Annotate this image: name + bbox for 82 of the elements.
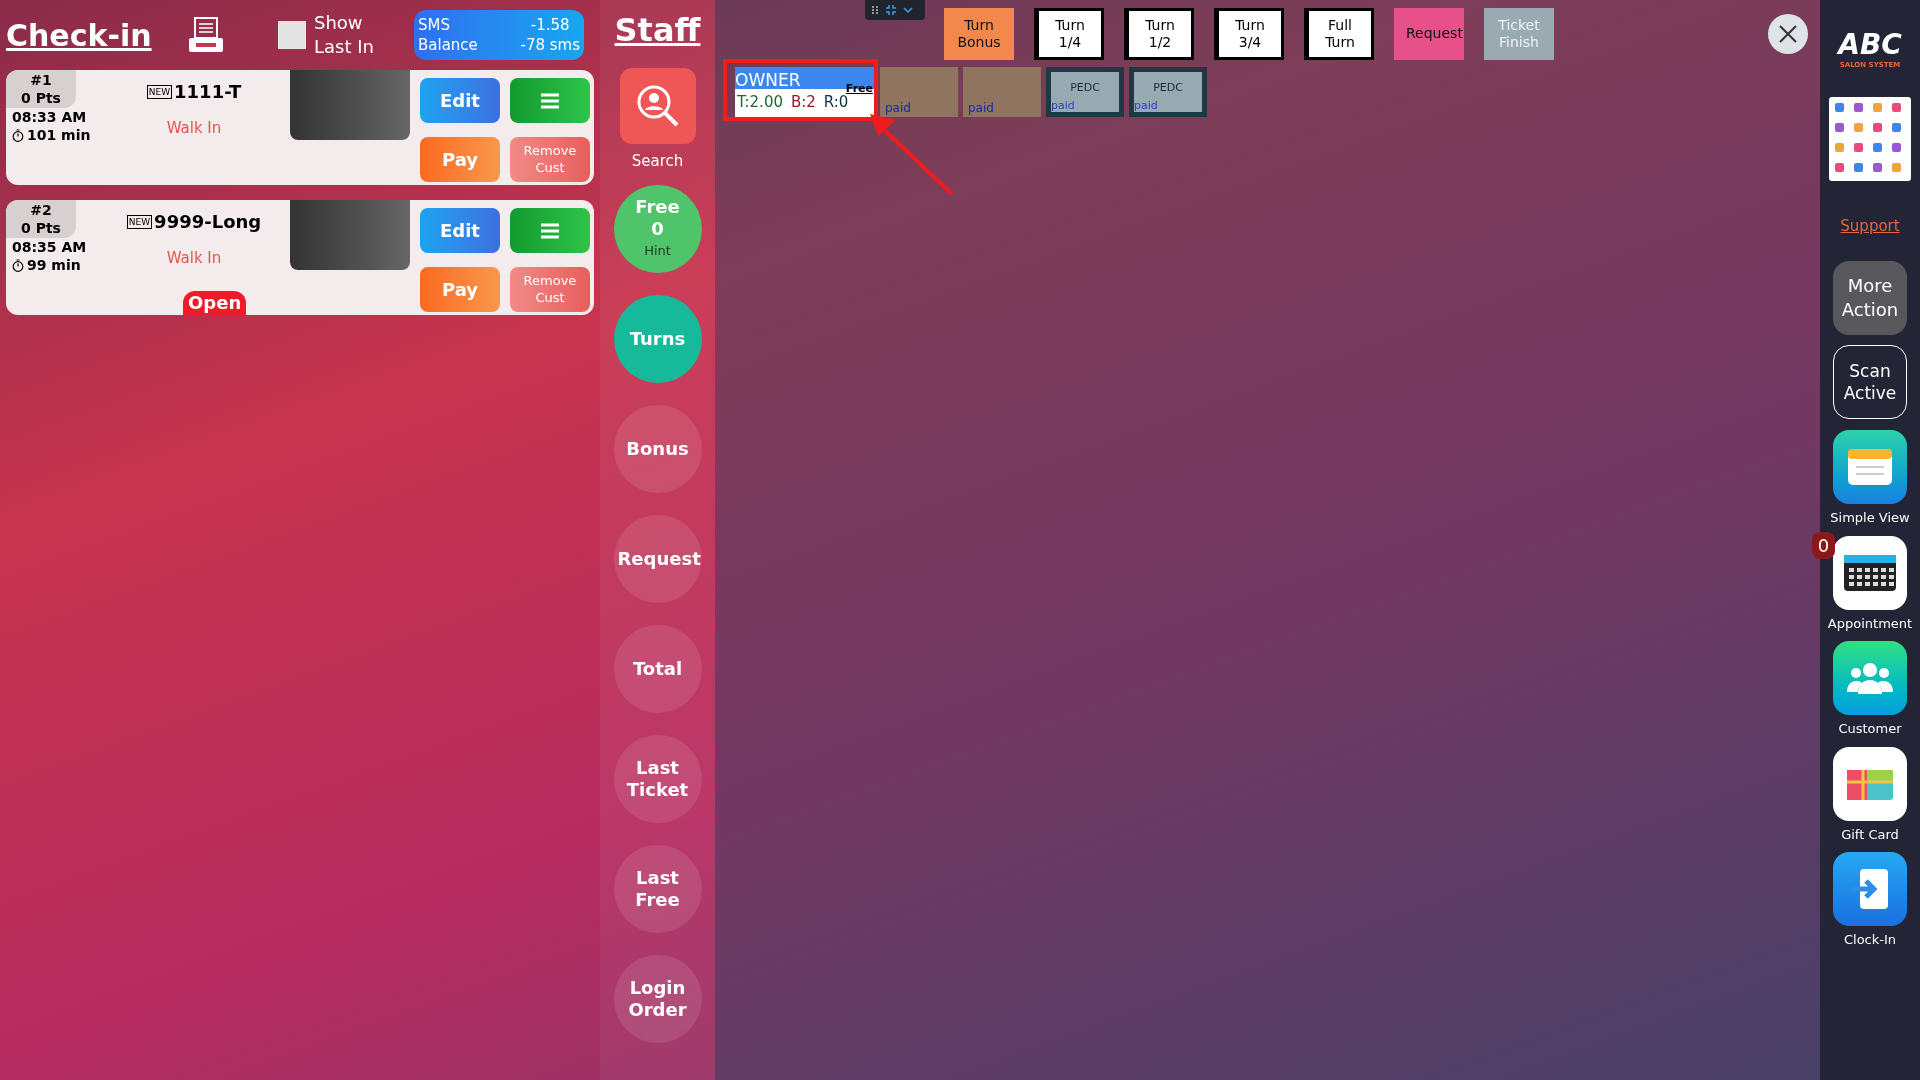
staff-nav-button[interactable]: Login Order: [613, 954, 702, 1043]
bonus-count: B:2: [790, 94, 816, 110]
staff-nav-button[interactable]: Free 0 Hint: [613, 184, 702, 273]
app-label[interactable]: Gift Card: [1841, 824, 1899, 844]
search-label: Search: [631, 151, 684, 172]
app-grid-thumbnail[interactable]: [1829, 96, 1911, 181]
count-badge: 0: [1811, 531, 1836, 559]
ticket-time: 08:35 AM: [11, 238, 88, 256]
customer-name: 1111-T: [174, 80, 242, 104]
new-badge: NEW: [146, 84, 173, 99]
new-badge: NEW: [126, 214, 153, 229]
edit-button[interactable]: Edit: [420, 208, 500, 253]
support-link[interactable]: Support: [1840, 214, 1900, 237]
gift-card-icon: [1833, 746, 1907, 821]
timer-icon: [12, 258, 24, 272]
scan-active-button[interactable]: Scan Active: [1833, 345, 1907, 419]
ticket-number: #1: [30, 71, 52, 89]
printer-icon[interactable]: [186, 15, 226, 55]
people-icon: [1833, 641, 1907, 715]
ticket-points: 0 Pts: [21, 89, 61, 107]
staff-nav-button[interactable]: Request: [613, 514, 702, 603]
timer-icon: [12, 128, 24, 142]
service-slot[interactable]: PEDC paid: [1129, 67, 1207, 117]
ticket-number: #2: [30, 201, 52, 219]
staff-nav-button[interactable]: Total: [613, 624, 702, 713]
sms-label: SMS: [418, 15, 451, 35]
visit-type: Walk In: [166, 118, 222, 139]
paid-label: paid: [1134, 100, 1159, 112]
staff-card[interactable]: OWNER Free T:2.00 B:2 R:0: [735, 67, 875, 117]
edit-button[interactable]: Edit: [420, 78, 500, 123]
grip-icon[interactable]: [871, 5, 879, 15]
turn-action-button[interactable]: Turn 3/4: [1214, 7, 1284, 60]
staff-title[interactable]: Staff: [614, 6, 701, 54]
service-slot[interactable]: PEDC paid: [1046, 67, 1124, 117]
show-last-in-checkbox[interactable]: Show Last In: [278, 11, 394, 59]
customer-name: 9999-Long: [154, 210, 262, 234]
staff-nav-button[interactable]: Last Free: [613, 844, 702, 933]
menu-icon: [540, 92, 560, 109]
turn-action-button[interactable]: Request: [1394, 7, 1464, 60]
turn-action-button[interactable]: Turn 1/4: [1034, 7, 1104, 60]
ticket-duration: 99 min: [27, 256, 81, 274]
turn-action-button[interactable]: Turn Bonus: [944, 7, 1014, 60]
staff-nav-button[interactable]: Bonus: [613, 404, 702, 493]
service-code: PEDC: [1069, 80, 1101, 96]
calendar-icon: [1833, 535, 1907, 610]
staff-name: OWNER: [735, 71, 801, 89]
staff-search-button[interactable]: [619, 68, 696, 144]
app-label[interactable]: Appointment: [1827, 613, 1913, 633]
turn-action-button[interactable]: Turn 1/2: [1124, 7, 1194, 60]
status-badge: Open: [183, 291, 247, 315]
visit-type: Walk In: [166, 248, 222, 269]
collapse-icon[interactable]: [885, 4, 897, 16]
sms-balance-amount: -1.58: [530, 15, 570, 35]
remove-customer-button[interactable]: Remove Cust: [510, 136, 590, 182]
ticket-time: 08:33 AM: [11, 108, 88, 126]
menu-button[interactable]: [510, 208, 590, 253]
close-button[interactable]: [1768, 14, 1808, 54]
turn-count: T:2.00: [737, 94, 783, 110]
paid-label: paid: [885, 102, 911, 115]
turn-action-button[interactable]: Full Turn: [1304, 7, 1374, 60]
app-label[interactable]: Simple View: [1830, 508, 1910, 528]
ticket-points: 0 Pts: [21, 219, 61, 237]
balance-label: Balance: [418, 35, 478, 55]
staff-nav-button[interactable]: Last Ticket: [613, 734, 702, 823]
remove-customer-button[interactable]: Remove Cust: [510, 266, 590, 312]
menu-icon: [540, 222, 560, 239]
logo-text: ABC: [1838, 30, 1902, 60]
app-label[interactable]: Clock-In: [1843, 930, 1897, 950]
ticket-duration: 101 min: [27, 126, 91, 144]
check-in-title[interactable]: Check-in: [6, 12, 186, 58]
close-icon: [1778, 24, 1798, 44]
staff-status: Free: [845, 83, 874, 94]
paid-label: paid: [968, 102, 994, 115]
chevron-down-icon[interactable]: [903, 6, 913, 14]
service-code: PEDC: [1152, 80, 1184, 96]
paid-label: paid: [1051, 100, 1076, 112]
notepad-icon: [1833, 430, 1907, 504]
request-count: R:0: [823, 94, 849, 110]
app-label[interactable]: Customer: [1838, 719, 1902, 739]
more-action-button[interactable]: More Action: [1833, 261, 1907, 335]
sms-count: -78 sms: [520, 35, 580, 55]
menu-button[interactable]: [510, 78, 590, 123]
